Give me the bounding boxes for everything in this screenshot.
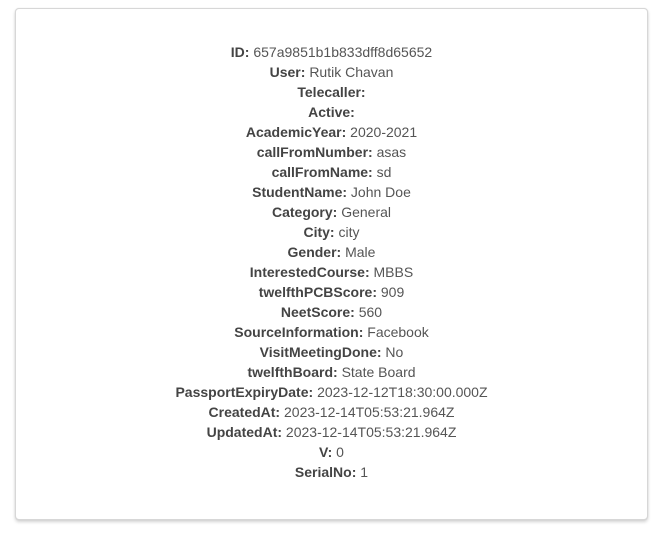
field-label: Gender: (287, 244, 342, 260)
field-value: 2020-2021 (350, 124, 418, 140)
field-category: Category: General (16, 202, 647, 222)
field-twelfth-pcb-score: twelfthPCBScore: 909 (16, 282, 647, 302)
field-label: City: (303, 224, 335, 240)
field-label: VisitMeetingDone: (259, 344, 382, 360)
field-value: 2023-12-14T05:53:21.964Z (285, 424, 457, 440)
field-label: UpdatedAt: (206, 424, 283, 440)
field-academic-year: AcademicYear: 2020-2021 (16, 122, 647, 142)
field-call-from-number: callFromNumber: asas (16, 142, 647, 162)
field-value: 560 (358, 304, 383, 320)
field-label: SourceInformation: (234, 324, 364, 340)
field-value: 2023-12-14T05:53:21.964Z (284, 404, 455, 420)
field-city: City: city (16, 222, 647, 242)
field-call-from-name: callFromName: sd (16, 162, 647, 182)
field-label: Active: (308, 104, 355, 120)
field-neet-score: NeetScore: 560 (16, 302, 647, 322)
field-label: Category: (271, 204, 338, 220)
record-details-card: ID: 657a9851b1b833dff8d65652 User: Rutik… (15, 8, 648, 520)
field-label: V: (319, 444, 333, 460)
field-label: User: (269, 64, 306, 80)
field-label: twelfthPCBScore: (258, 284, 377, 300)
field-value: Rutik Chavan (309, 64, 394, 80)
field-id: ID: 657a9851b1b833dff8d65652 (16, 42, 647, 62)
field-gender: Gender: Male (16, 242, 647, 262)
field-user: User: Rutik Chavan (16, 62, 647, 82)
field-value: city (338, 224, 360, 240)
record-field-list: ID: 657a9851b1b833dff8d65652 User: Rutik… (16, 42, 647, 482)
field-value: 2023-12-12T18:30:00.000Z (317, 384, 488, 400)
field-label: twelfthBoard: (247, 364, 338, 380)
field-value: MBBS (373, 264, 414, 280)
field-created-at: CreatedAt: 2023-12-14T05:53:21.964Z (16, 402, 647, 422)
field-label: ID: (230, 44, 250, 60)
field-label: Telecaller: (297, 84, 366, 100)
field-label: PassportExpiryDate: (175, 384, 314, 400)
field-updated-at: UpdatedAt: 2023-12-14T05:53:21.964Z (16, 422, 647, 442)
field-value: No (385, 344, 404, 360)
field-serial-no: SerialNo: 1 (16, 462, 647, 482)
field-value: John Doe (350, 184, 411, 200)
field-value: 1 (360, 464, 369, 480)
field-active: Active: (16, 102, 647, 122)
field-value: State Board (341, 364, 416, 380)
field-value: 0 (336, 444, 344, 460)
field-value: 657a9851b1b833dff8d65652 (253, 44, 433, 60)
field-label: StudentName: (252, 184, 348, 200)
field-telecaller: Telecaller: (16, 82, 647, 102)
field-label: SerialNo: (294, 464, 357, 480)
field-twelfth-board: twelfthBoard: State Board (16, 362, 647, 382)
field-student-name: StudentName: John Doe (16, 182, 647, 202)
field-value: sd (376, 164, 392, 180)
field-label: NeetScore: (280, 304, 355, 320)
field-label: InterestedCourse: (249, 264, 370, 280)
field-value: asas (376, 144, 407, 160)
field-label: callFromName: (271, 164, 373, 180)
field-value: Male (345, 244, 376, 260)
field-value: General (341, 204, 392, 220)
field-label: CreatedAt: (208, 404, 281, 420)
field-value: Facebook (367, 324, 429, 340)
field-label: AcademicYear: (245, 124, 347, 140)
field-passport-expiry-date: PassportExpiryDate: 2023-12-12T18:30:00.… (16, 382, 647, 402)
field-value: 909 (380, 284, 405, 300)
field-v: V: 0 (16, 442, 647, 462)
field-visit-meeting-done: VisitMeetingDone: No (16, 342, 647, 362)
field-interested-course: InterestedCourse: MBBS (16, 262, 647, 282)
field-source-information: SourceInformation: Facebook (16, 322, 647, 342)
field-label: callFromNumber: (256, 144, 373, 160)
